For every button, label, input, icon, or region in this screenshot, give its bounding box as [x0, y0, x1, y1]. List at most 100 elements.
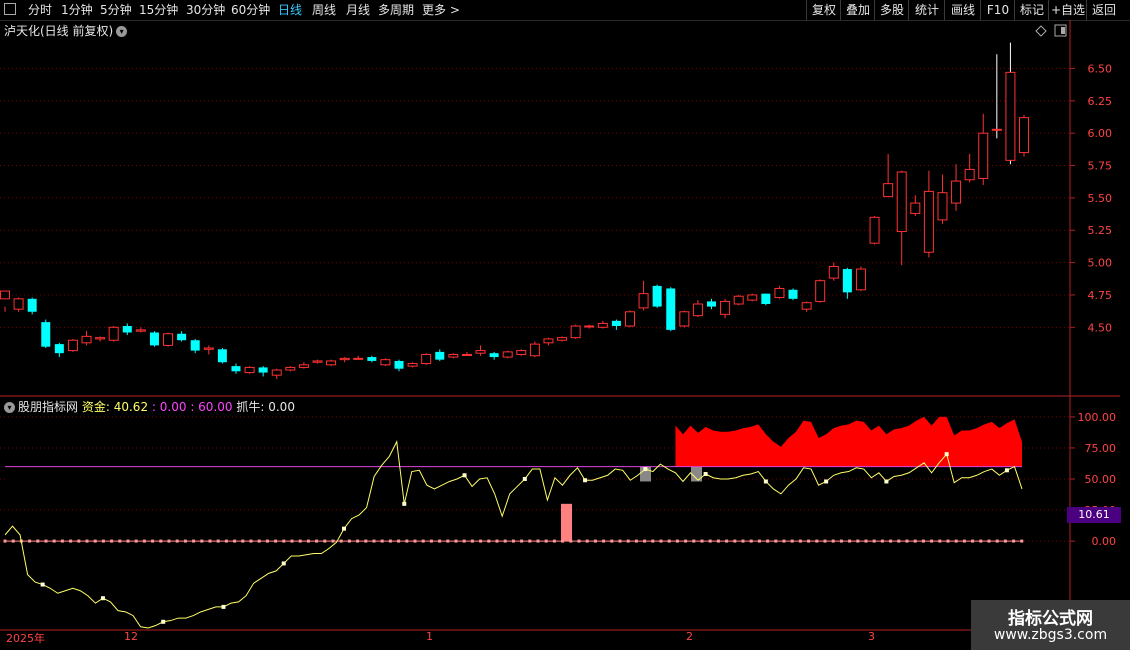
date-label: 2025年: [6, 632, 45, 645]
zero-marker: [954, 539, 958, 543]
zero-marker: [151, 539, 155, 543]
candle-body: [27, 298, 37, 312]
candle-body: [828, 265, 839, 279]
zero-marker: [44, 539, 48, 543]
candle-body: [353, 357, 364, 360]
fund-label: 资金:: [81, 400, 110, 414]
candle-body: [461, 353, 472, 356]
candle-body: [923, 190, 934, 253]
zero-marker: [946, 539, 950, 543]
zero-marker: [429, 539, 433, 543]
zero-marker: [413, 539, 417, 543]
candle-body: [407, 363, 418, 367]
candle-body: [271, 369, 282, 376]
zero-marker: [306, 539, 310, 543]
fund-marker: [703, 472, 708, 477]
candle-body: [54, 344, 64, 354]
zero-marker: [856, 539, 860, 543]
zero-marker: [552, 539, 556, 543]
zero-marker: [495, 539, 499, 543]
zero-marker: [208, 539, 212, 543]
zero-marker: [651, 539, 655, 543]
candle-body: [475, 350, 486, 354]
zero-marker: [815, 539, 819, 543]
zero-marker: [708, 539, 712, 543]
zero-marker: [356, 539, 360, 543]
zero-marker: [454, 539, 458, 543]
candle-body: [0, 290, 10, 300]
main-grid: [0, 67, 1070, 328]
candle-body: [529, 343, 540, 357]
zero-marker: [839, 539, 843, 543]
price-tick-label: 5.00: [1088, 257, 1113, 270]
zero-marker: [298, 539, 302, 543]
candle-body: [801, 302, 812, 310]
zero-marker: [774, 539, 778, 543]
candle-body: [41, 322, 51, 347]
zero-marker: [183, 539, 187, 543]
zero-marker: [265, 539, 269, 543]
zero-marker: [241, 539, 245, 543]
candle-body: [135, 329, 146, 332]
zero-marker: [93, 539, 97, 543]
zero-marker: [233, 539, 237, 543]
zero-marker: [667, 539, 671, 543]
zero-marker: [823, 539, 827, 543]
candle-body: [516, 350, 527, 355]
candle-body: [883, 183, 894, 198]
candle-body: [692, 303, 703, 317]
candle-body: [1019, 117, 1029, 154]
candle-body: [733, 295, 744, 305]
zero-marker: [725, 539, 729, 543]
chevron-down-icon[interactable]: ▾: [116, 26, 128, 37]
price-tick-label: 6.50: [1088, 62, 1113, 75]
candle-body: [502, 351, 513, 358]
candle-body: [203, 347, 214, 350]
zero-marker: [60, 539, 64, 543]
fund-marker: [522, 476, 527, 481]
candle-body: [177, 333, 187, 341]
indicator-axis: 0.0025.0050.0075.00100.00: [1070, 411, 1116, 548]
zero-marker: [134, 539, 138, 543]
zero-marker: [602, 539, 606, 543]
zero-marker: [331, 539, 335, 543]
date-axis: 2025年 12 1 2 3: [0, 630, 1070, 645]
zero-marker: [1003, 539, 1007, 543]
indicator-tick-label: 75.00: [1085, 442, 1117, 455]
zero-marker: [438, 539, 442, 543]
zero-marker: [749, 539, 753, 543]
candle-body: [964, 168, 975, 181]
price-tick-label: 4.75: [1088, 289, 1113, 302]
zero-marker: [757, 539, 761, 543]
zero-marker: [848, 539, 852, 543]
zero-marker: [930, 539, 934, 543]
price-tick-label: 5.50: [1088, 192, 1113, 205]
zero-marker: [979, 539, 983, 543]
zero-marker: [52, 539, 56, 543]
candle-body: [421, 353, 432, 365]
price-tick-label: 5.75: [1088, 160, 1113, 173]
zero-marker: [716, 539, 720, 543]
candle-body: [285, 366, 296, 371]
zero-marker: [561, 539, 565, 543]
zero-marker: [971, 539, 975, 543]
candle-body: [108, 326, 119, 341]
candle-body: [543, 338, 554, 344]
watermark-title: 指标公式网: [1008, 609, 1093, 629]
zero-marker: [1020, 539, 1024, 543]
current-value-badge: 10.61: [1067, 507, 1121, 523]
indicator-tick-label: 100.00: [1078, 411, 1117, 424]
zero-marker: [700, 539, 704, 543]
zero-marker: [987, 539, 991, 543]
price-axis: 4.50 4.75 5.00 5.25 5.50 5.75 6.00 6.25 6.50: [1070, 62, 1112, 334]
candle-body: [584, 325, 595, 328]
zero-marker: [626, 539, 630, 543]
collapse-icon[interactable]: ▾: [4, 402, 15, 413]
catch-label: 抓牛:: [236, 400, 265, 414]
candle-body: [597, 322, 608, 328]
chart-canvas[interactable]: 4.50 4.75 5.00 5.25 5.50 5.75 6.00 6.25 6.50 0.0…: [0, 0, 1130, 650]
indicator-tick-label: 50.00: [1085, 473, 1117, 486]
diamond-icon[interactable]: [1035, 25, 1047, 37]
price-tick-label: 4.50: [1088, 321, 1113, 334]
candle-body: [122, 326, 132, 333]
